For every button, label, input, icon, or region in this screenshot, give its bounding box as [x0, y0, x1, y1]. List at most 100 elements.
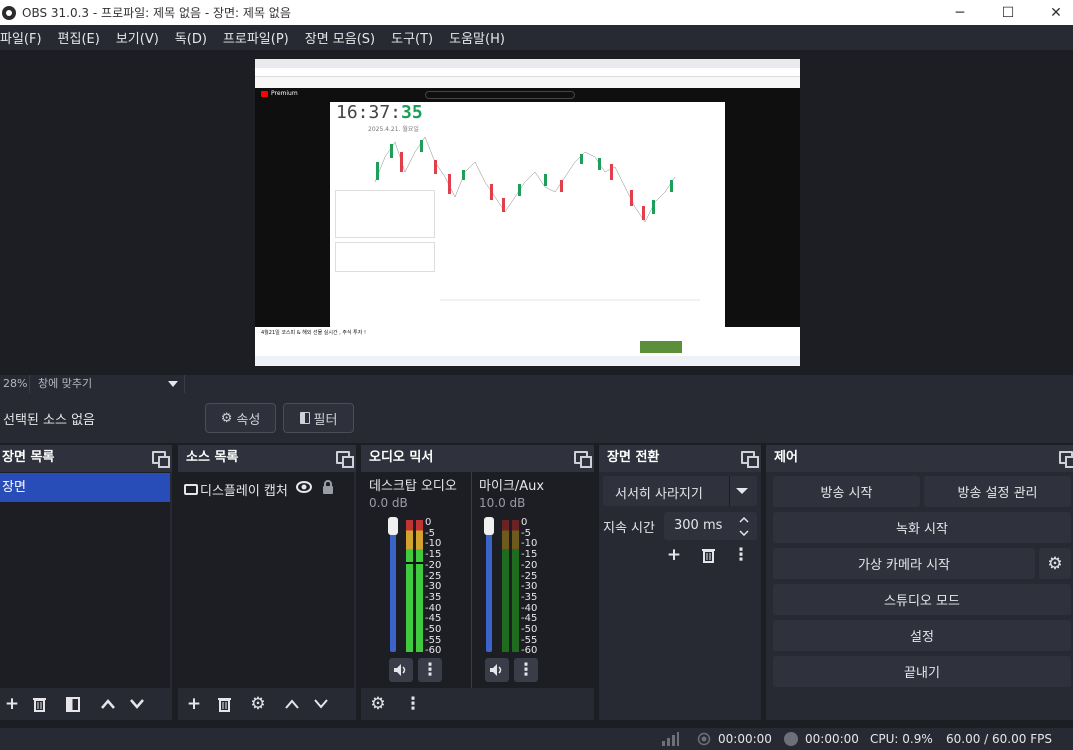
- chevron-up-icon[interactable]: [734, 514, 754, 525]
- exit-button[interactable]: 끝내기: [773, 656, 1071, 687]
- channel-level: 10.0 dB: [479, 496, 526, 510]
- lock-icon[interactable]: [322, 480, 334, 498]
- chevron-down-icon[interactable]: [734, 527, 754, 538]
- level-meter-right: [416, 520, 423, 652]
- source-toolbar: 선택된 소스 없음 ⚙ 속성 필터: [0, 393, 1073, 443]
- stream-settings-button[interactable]: 방송 설정 관리: [924, 476, 1071, 507]
- properties-button[interactable]: ⚙ 속성: [205, 403, 276, 433]
- menu-file[interactable]: 파일(F): [0, 28, 49, 47]
- sources-dock: 소스 목록 디스플레이 캡처 + ⚙: [178, 445, 356, 720]
- filters-button[interactable]: 필터: [283, 403, 354, 433]
- advanced-audio-gear-icon[interactable]: ⚙: [366, 692, 390, 716]
- virtual-camera-gear-icon[interactable]: ⚙: [1039, 548, 1071, 579]
- chevron-down-icon[interactable]: [729, 476, 753, 506]
- gear-icon[interactable]: ⚙: [246, 692, 270, 716]
- undock-icon[interactable]: [574, 451, 592, 468]
- menu-profile[interactable]: 프로파일(P): [223, 28, 296, 47]
- minimize-button[interactable]: ─: [937, 0, 983, 25]
- move-up-button[interactable]: [96, 692, 120, 716]
- browser-tabstrip: [255, 59, 800, 68]
- menu-help[interactable]: 도움말(H): [449, 28, 512, 47]
- kebab-menu-icon[interactable]: ⋮: [418, 658, 442, 682]
- sources-list[interactable]: [178, 472, 354, 688]
- scene-filter-icon[interactable]: [61, 692, 85, 716]
- add-source-button[interactable]: +: [182, 692, 206, 716]
- close-button[interactable]: ✕: [1033, 0, 1073, 25]
- chat-card: [335, 190, 435, 238]
- undock-icon[interactable]: [741, 451, 759, 468]
- mixer-channel-desktop: 데스크탑 오디오 0.0 dB 0 -5 -10 -15 -20 -25 -30 -35 -40…: [361, 472, 471, 688]
- duration-spinbox[interactable]: 300 ms: [664, 512, 757, 540]
- level-meter-right: [512, 520, 519, 652]
- undock-icon[interactable]: [336, 451, 354, 468]
- eye-icon[interactable]: [296, 481, 312, 497]
- youtube-logo-icon: [261, 91, 268, 97]
- kebab-menu-icon[interactable]: ⋮: [401, 692, 425, 716]
- move-down-button[interactable]: [309, 692, 333, 716]
- menu-edit[interactable]: 편집(E): [58, 28, 107, 47]
- zoom-value: 28%: [0, 375, 30, 393]
- scenes-footer: +: [0, 688, 172, 720]
- volume-slider[interactable]: [486, 522, 492, 652]
- chart-capture: 16:37:35 2025.4.21. 월요일: [330, 102, 725, 327]
- stream-time: 00:00:00: [718, 732, 772, 746]
- kebab-menu-icon[interactable]: ⋮: [729, 543, 753, 567]
- trash-icon[interactable]: [696, 543, 720, 567]
- preview-canvas[interactable]: Premium 16:37:35 2025.4.21. 월요일 4월21일 코스…: [255, 59, 800, 366]
- volume-slider-handle[interactable]: [388, 517, 398, 535]
- chevron-down-icon: [168, 381, 178, 387]
- speaker-icon[interactable]: [485, 658, 509, 682]
- signal-bars-icon: [661, 731, 679, 749]
- maximize-button[interactable]: ☐: [985, 0, 1031, 25]
- no-source-selected: 선택된 소스 없음: [3, 413, 95, 428]
- channel-level: 0.0 dB: [369, 496, 408, 510]
- video-right-panel: [725, 102, 800, 327]
- menu-view[interactable]: 보기(V): [116, 28, 166, 47]
- transition-select-label: 서서히 사라지기: [615, 487, 703, 502]
- add-scene-button[interactable]: +: [0, 692, 24, 716]
- mixer-title: 오디오 믹서: [369, 450, 434, 465]
- speaker-icon[interactable]: [389, 658, 413, 682]
- start-recording-button[interactable]: 녹화 시작: [773, 512, 1071, 543]
- windows-taskbar: [255, 356, 800, 366]
- chat-card: [335, 242, 435, 272]
- zoom-select[interactable]: 창에 맞추기: [30, 375, 185, 393]
- preview-area[interactable]: Premium 16:37:35 2025.4.21. 월요일 4월21일 코스…: [0, 50, 1073, 375]
- menu-docks[interactable]: 독(D): [175, 28, 214, 47]
- duration-value: 300 ms: [674, 518, 723, 533]
- studio-mode-button[interactable]: 스튜디오 모드: [773, 584, 1071, 615]
- menu-scene-collection[interactable]: 장면 모음(S): [305, 28, 382, 47]
- controls-header: 제어: [766, 445, 1073, 472]
- trash-icon[interactable]: [27, 692, 51, 716]
- settings-button[interactable]: 설정: [773, 620, 1071, 651]
- move-up-button[interactable]: [280, 692, 304, 716]
- kebab-menu-icon[interactable]: ⋮: [514, 658, 538, 682]
- thumbnail: [640, 341, 682, 353]
- start-virtual-camera-button[interactable]: 가상 카메라 시작: [773, 548, 1035, 579]
- db-scale: 0 -5 -10 -15 -20 -25 -30 -35 -40 -45 -50 -55 -60: [521, 517, 538, 657]
- start-streaming-button[interactable]: 방송 시작: [773, 476, 920, 507]
- video-left-panel: [255, 102, 330, 327]
- undock-icon[interactable]: [152, 451, 170, 468]
- window-title: OBS 31.0.3 - 프로파일: 제목 없음 - 장면: 제목 없음: [22, 6, 291, 20]
- filters-label: 필터: [313, 412, 338, 428]
- volume-slider-handle[interactable]: [484, 517, 494, 535]
- video-title: 4월21일 코스피 & 해외 선물 실시간 , 주식 투자 !: [261, 330, 366, 336]
- scene-item[interactable]: 장면: [0, 473, 170, 502]
- title-bar: OBS 31.0.3 - 프로파일: 제목 없음 - 장면: 제목 없음 ─ ☐…: [0, 0, 1073, 25]
- video-info: 4월21일 코스피 & 해외 선물 실시간 , 주식 투자 !: [255, 327, 800, 356]
- scenes-list[interactable]: [0, 472, 170, 688]
- sources-header: 소스 목록: [178, 445, 356, 472]
- controls-title: 제어: [774, 450, 798, 465]
- volume-slider[interactable]: [390, 522, 396, 652]
- trash-icon[interactable]: [212, 692, 236, 716]
- transition-select[interactable]: 서서히 사라지기: [603, 476, 757, 506]
- move-down-button[interactable]: [125, 692, 149, 716]
- scenes-title: 장면 목록: [2, 450, 55, 465]
- source-item[interactable]: 디스플레이 캡처: [184, 478, 350, 500]
- gear-icon: ⚙: [220, 410, 233, 426]
- undock-icon[interactable]: [1059, 451, 1073, 468]
- add-transition-button[interactable]: +: [662, 543, 686, 567]
- menu-tools[interactable]: 도구(T): [391, 28, 440, 47]
- transitions-header: 장면 전환: [599, 445, 761, 472]
